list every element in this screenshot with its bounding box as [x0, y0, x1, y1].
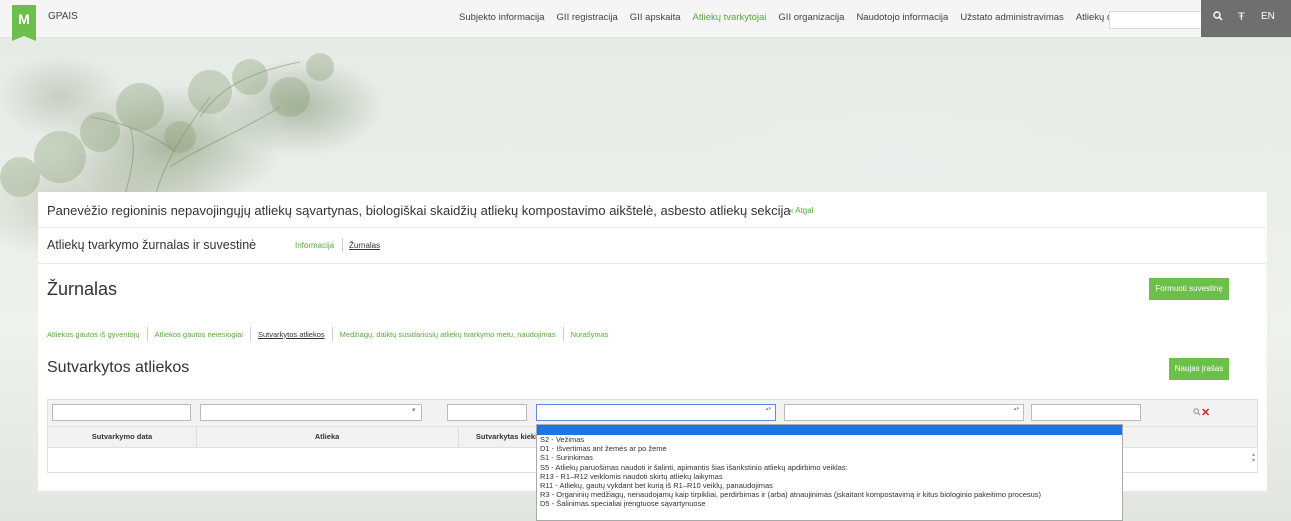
- subtab-divider: [146, 327, 148, 341]
- subtab-sutvarkytos-atliekos[interactable]: Sutvarkytos atliekos: [258, 330, 325, 339]
- nav-item-gii-apskaita[interactable]: GII apskaita: [630, 12, 681, 23]
- journal-header: Atliekų tvarkymo žurnalas ir suvestinė I…: [38, 228, 1267, 264]
- background-tree-image: [0, 53, 334, 217]
- waste-filter-select[interactable]: [200, 404, 422, 421]
- tab-informacija[interactable]: Informacija: [295, 241, 334, 250]
- nav-item-atlieku-tvarkytojai[interactable]: Atliekų tvarkytojai: [693, 12, 767, 23]
- method-filter-select[interactable]: [536, 404, 776, 421]
- subtab-gautos-is-gyventoju[interactable]: Atliekos gautos iš gyventojų: [47, 330, 140, 339]
- nav-item-gii-organizacija[interactable]: GII organizacija: [778, 12, 844, 23]
- new-record-button[interactable]: Naujas įrašas: [1169, 358, 1229, 380]
- search-icon[interactable]: [1213, 11, 1223, 24]
- page-title: Žurnalas: [47, 279, 118, 299]
- nav-item-uzstato-administravimas[interactable]: Užstato administravimas: [960, 12, 1063, 23]
- nav-item-subjekto-informacija[interactable]: Subjekto informacija: [459, 12, 545, 23]
- language-switch[interactable]: EN: [1261, 11, 1275, 22]
- subtab-divider: [249, 327, 251, 341]
- date-filter-input[interactable]: [52, 404, 191, 421]
- column-header-waste[interactable]: Atlieka: [196, 432, 458, 441]
- journal-subtitle: Atliekų tvarkymo žurnalas ir suvestinė: [47, 238, 257, 252]
- text-size-icon[interactable]: Ŧ: [1238, 11, 1245, 23]
- column-header-amount[interactable]: Sutvarkytas kiekis, t: [438, 432, 548, 441]
- column-header-date[interactable]: Sutvarkymo data: [48, 432, 196, 441]
- extra-filter-input[interactable]: [1031, 404, 1141, 421]
- tab-zurnalas[interactable]: Žurnalas: [349, 241, 380, 250]
- gpais-logo[interactable]: M: [12, 5, 36, 41]
- filter-row: ✕: [48, 400, 1257, 426]
- dropdown-highlighted-option[interactable]: [537, 425, 1122, 435]
- amount-filter-input[interactable]: [447, 404, 527, 421]
- search-icon[interactable]: [1193, 408, 1201, 418]
- back-link[interactable]: « Atgal: [789, 206, 813, 215]
- dropdown-option[interactable]: D5 - Šalinimas specialiai įrengtuose sąv…: [537, 499, 1122, 508]
- dropdown-option[interactable]: R11 - Atliekų, gautų vykdant bet kurią i…: [537, 481, 1122, 490]
- method-dropdown-list: S2 - Vežimas D1 - Išvertimas ant žemės a…: [536, 424, 1123, 521]
- clear-filters-icon[interactable]: ✕: [1201, 406, 1210, 419]
- journal-subtabs: Atliekos gautos iš gyventojų Atliekos ga…: [47, 327, 609, 341]
- subtab-gautos-neiesiogiai[interactable]: Atliekos gautos neiesiogiai: [155, 330, 243, 339]
- subtab-medziagu-naudojimas[interactable]: Medžiagų, daiktų susidariusių atliekų tv…: [340, 330, 556, 339]
- dropdown-option[interactable]: S2 - Vežimas: [537, 435, 1122, 444]
- nav-item-naudotojo-informacija[interactable]: Naudotojo informacija: [856, 12, 948, 23]
- toolbar-tools: Ŧ EN: [1201, 0, 1291, 37]
- global-search-input[interactable]: [1109, 11, 1202, 29]
- top-navigation-bar: M GPAIS Subjekto informacija GII registr…: [0, 0, 1291, 41]
- dropdown-option[interactable]: S1 - Surinkimas: [537, 453, 1122, 462]
- facility-header: Panevėžio regioninis nepavojingųjų atlie…: [38, 192, 1267, 228]
- extra-filter-select[interactable]: [784, 404, 1024, 421]
- main-nav: Subjekto informacija GII registracija GI…: [459, 12, 1155, 23]
- subtab-divider: [562, 327, 564, 341]
- dropdown-option[interactable]: S5 - Atliekų paruošimas naudoti ir šalin…: [537, 463, 1122, 472]
- section-title: Sutvarkytos atliekos: [47, 359, 190, 376]
- dropdown-option[interactable]: R13 - R1–R12 veiklomis naudoti skirtų at…: [537, 472, 1122, 481]
- dropdown-option[interactable]: R3 - Organinių medžiagų, nenaudojamų kai…: [537, 490, 1122, 499]
- dropdown-option[interactable]: D1 - Išvertimas ant žemės ar po žeme: [537, 444, 1122, 453]
- app-name[interactable]: GPAIS: [48, 11, 78, 22]
- facility-title: Panevėžio regioninis nepavojingųjų atlie…: [47, 203, 791, 218]
- scroll-arrows-icon[interactable]: ▴ ▾: [1252, 452, 1255, 464]
- nav-item-gii-registracija[interactable]: GII registracija: [557, 12, 618, 23]
- subtab-divider: [331, 327, 333, 341]
- subtab-nurasymas[interactable]: Nurašymas: [571, 330, 609, 339]
- tab-divider: [342, 238, 343, 252]
- generate-summary-button[interactable]: Formuoti suvestinę: [1149, 278, 1229, 300]
